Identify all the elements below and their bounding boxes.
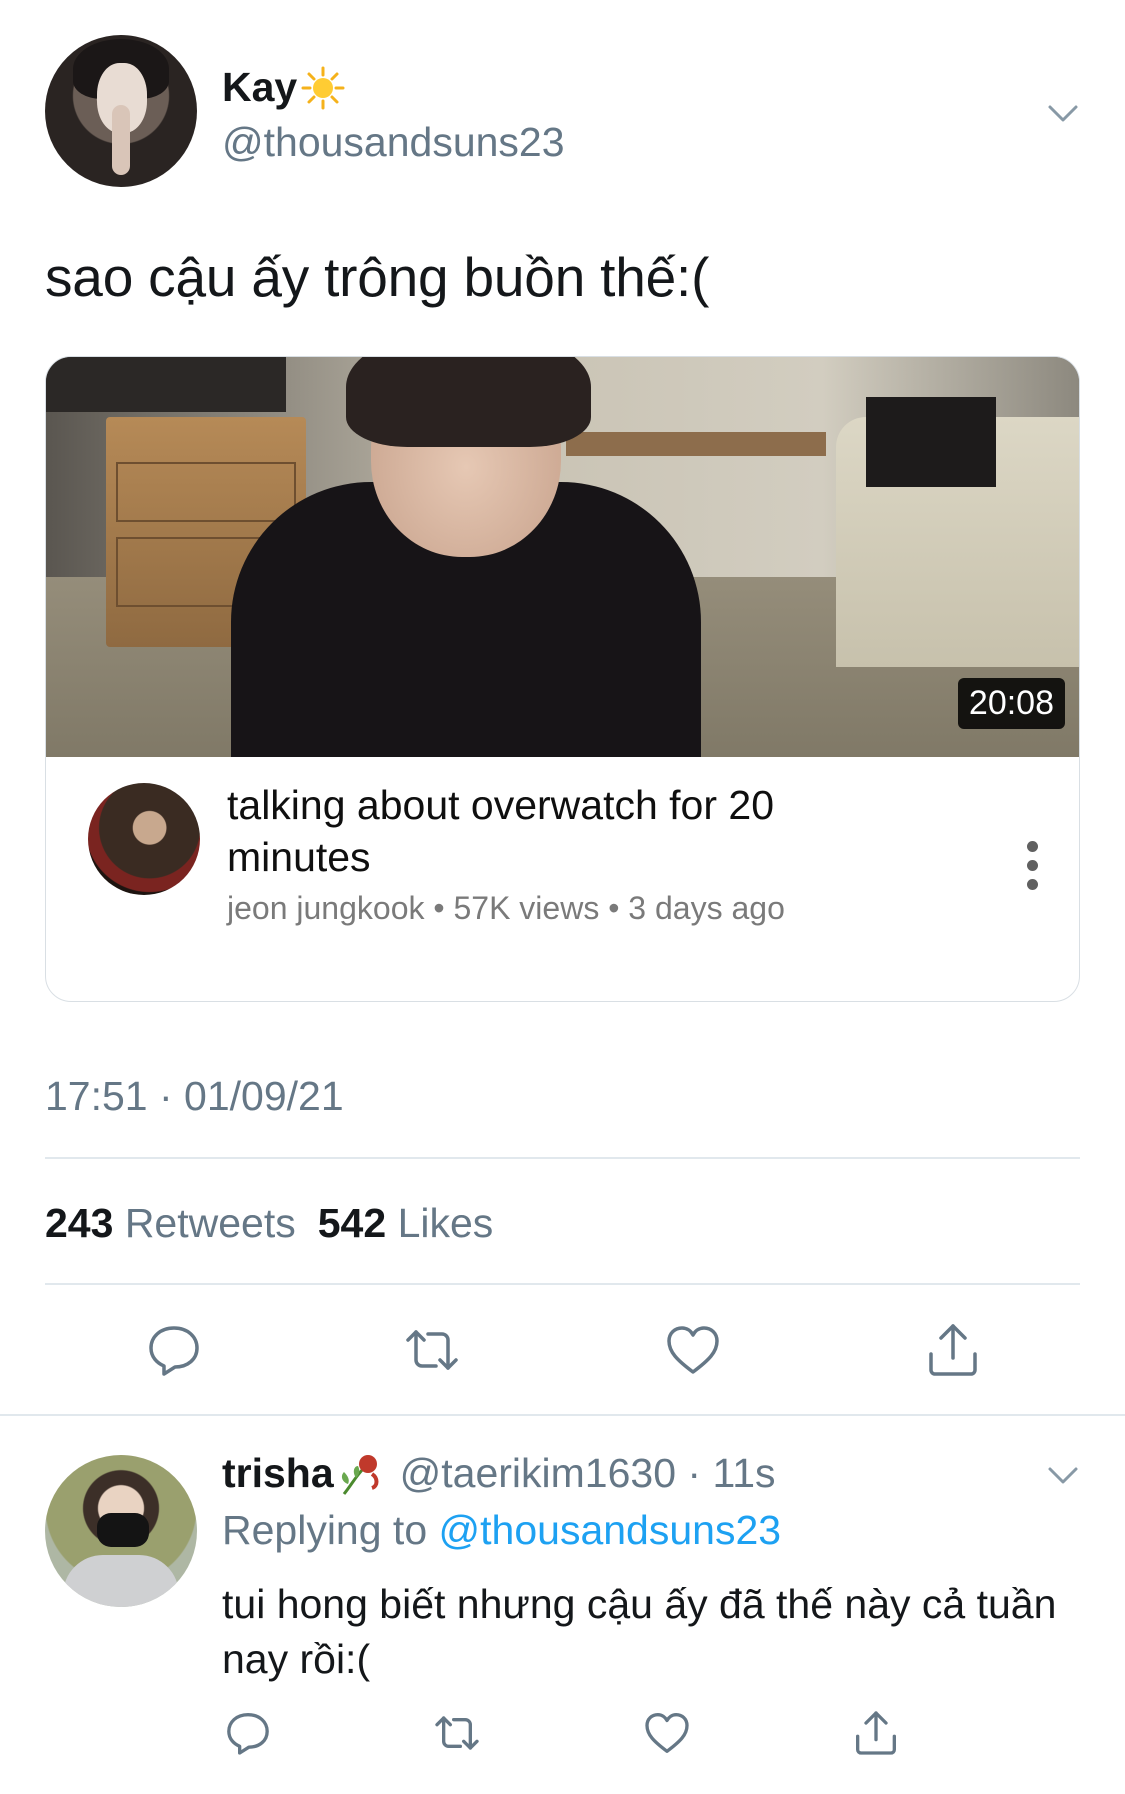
tweet-text: sao cậu ấy trông buồn thế:(: [45, 246, 710, 308]
video-thumbnail[interactable]: 20:08: [46, 357, 1079, 757]
video-info: talking about overwatch for 20 minutes j…: [46, 757, 1079, 1001]
like-icon[interactable]: [663, 1320, 723, 1380]
avatar-hand: [112, 105, 130, 175]
reply-header: trisha @taerikim1630 · 11s: [222, 1448, 776, 1498]
chevron-down-icon[interactable]: [1044, 94, 1082, 132]
tweet-stats: 243 Retweets 542 Likes: [45, 1200, 493, 1247]
share-icon[interactable]: [851, 1708, 901, 1758]
video-card[interactable]: 20:08 talking about overwatch for 20 min…: [45, 356, 1080, 1002]
author-avatar[interactable]: [45, 35, 197, 187]
wilted-rose-emoji-icon: [341, 1455, 379, 1495]
author-name-row[interactable]: Kay: [222, 64, 345, 111]
like-icon[interactable]: [642, 1708, 692, 1758]
retweets-stat[interactable]: 243 Retweets: [45, 1200, 296, 1247]
author-name[interactable]: Kay: [222, 64, 297, 111]
avatar-mask: [97, 1513, 149, 1547]
chevron-down-icon[interactable]: [1044, 1456, 1082, 1494]
reply-text: tui hong biết nhưng cậu ấy đã thế này cả…: [222, 1581, 1057, 1682]
replying-to-link[interactable]: @thousandsuns23: [439, 1507, 782, 1553]
thumb-monitor: [866, 397, 996, 487]
video-duration-badge: 20:08: [957, 678, 1065, 729]
divider: [45, 1283, 1080, 1285]
thumb-table: [566, 432, 826, 456]
avatar-shirt: [63, 1555, 179, 1607]
reply-icon[interactable]: [223, 1708, 273, 1758]
channel-avatar[interactable]: [88, 783, 200, 895]
reply-author-avatar[interactable]: [45, 1455, 197, 1607]
replying-prefix: Replying to: [222, 1507, 428, 1553]
thumb-tv: [46, 357, 286, 412]
tweet-timestamp: 17:51 · 01/09/21: [45, 1073, 344, 1119]
video-meta: jeon jungkook • 57K views • 3 days ago: [227, 890, 785, 926]
retweet-icon[interactable]: [432, 1708, 482, 1758]
likes-stat[interactable]: 542 Likes: [318, 1200, 494, 1247]
replying-to: Replying to @thousandsuns23: [222, 1507, 781, 1554]
retweet-icon[interactable]: [402, 1320, 462, 1380]
video-title[interactable]: talking about overwatch for 20 minutes: [227, 779, 847, 883]
divider: [45, 1157, 1080, 1159]
author-handle[interactable]: @thousandsuns23: [222, 119, 565, 166]
reply-handle-time[interactable]: @taerikim1630 · 11s: [400, 1450, 776, 1497]
sun-emoji-icon: [301, 66, 345, 109]
more-options-icon[interactable]: [1024, 841, 1040, 891]
reply-icon[interactable]: [144, 1320, 204, 1380]
share-icon[interactable]: [923, 1320, 983, 1380]
reply-author-name[interactable]: trisha: [222, 1450, 334, 1497]
thumb-person-hair: [346, 357, 591, 447]
thread-divider: [0, 1414, 1125, 1416]
